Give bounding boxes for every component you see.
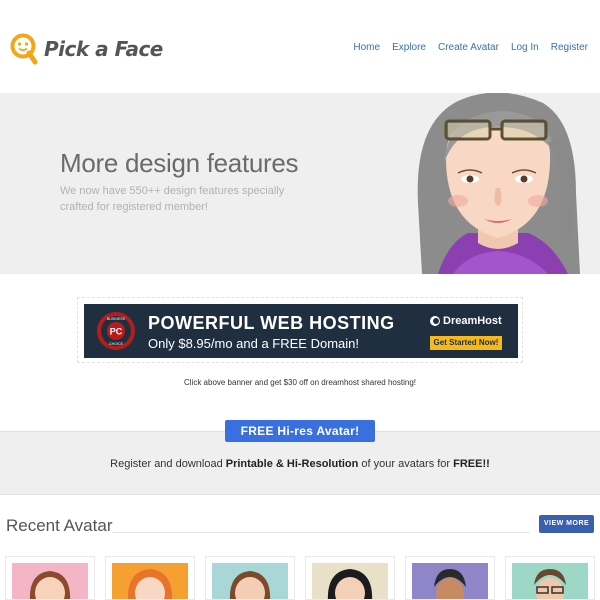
get-started-button[interactable]: Get Started Now! (430, 336, 502, 350)
logo-icon (10, 33, 38, 65)
avatar-thumbnail[interactable] (305, 556, 395, 600)
avatar-thumbnail[interactable] (505, 556, 595, 600)
hero-avatar-image (417, 93, 580, 274)
nav-log-in[interactable]: Log In (511, 42, 539, 53)
banner-subtitle: Only $8.95/mo and a FREE Domain! (148, 336, 359, 351)
hero-section: More design features We now have 550++ d… (0, 93, 600, 274)
avatar-thumbnail[interactable] (105, 556, 195, 600)
free-text-part: Register and download (110, 458, 226, 470)
logo[interactable]: Pick a Face (10, 33, 163, 65)
banner-caption: Click above banner and get $30 off on dr… (183, 378, 416, 387)
business-choice-badge-icon: PC BUSINESS CHOICE (97, 312, 135, 350)
avatar-image (12, 563, 88, 599)
recent-avatar-heading: Recent Avatar (6, 516, 113, 535)
divider (112, 532, 530, 533)
avatar-image (512, 563, 588, 599)
hero-subtitle: We now have 550++ design features specia… (60, 185, 285, 213)
site-header: Pick a Face Home Explore Create Avatar L… (0, 0, 600, 93)
avatar-image (112, 563, 188, 599)
main-nav: Home Explore Create Avatar Log In Regist… (353, 42, 588, 53)
avatar-thumbnail[interactable] (5, 556, 95, 600)
svg-text:BUSINESS: BUSINESS (107, 317, 126, 321)
nav-explore[interactable]: Explore (392, 42, 426, 53)
ad-banner-frame: PC BUSINESS CHOICE POWERFUL WEB HOSTING … (77, 297, 523, 363)
avatar-image (412, 563, 488, 599)
free-hires-avatar-button[interactable]: FREE Hi-res Avatar! (225, 420, 375, 442)
svg-text:CHOICE: CHOICE (109, 342, 124, 346)
free-text-part: of your avatars for (358, 458, 454, 470)
banner-title: POWERFUL WEB HOSTING (148, 313, 395, 333)
dreamhost-brand: DreamHost (430, 315, 502, 327)
recent-avatar-list (5, 556, 595, 600)
avatar-thumbnail[interactable] (405, 556, 495, 600)
dreamhost-ad-banner[interactable]: PC BUSINESS CHOICE POWERFUL WEB HOSTING … (84, 304, 518, 358)
free-text-bold: FREE!! (453, 458, 490, 470)
avatar-image (212, 563, 288, 599)
nav-register[interactable]: Register (551, 42, 588, 53)
nav-home[interactable]: Home (353, 42, 380, 53)
free-avatar-text: Register and download Printable & Hi-Res… (0, 458, 600, 470)
free-text-bold: Printable & Hi-Resolution (225, 458, 359, 470)
brand-name: DreamHost (443, 315, 502, 327)
hero-title: More design features (60, 148, 299, 178)
avatar-thumbnail[interactable] (205, 556, 295, 600)
svg-text:PC: PC (110, 327, 123, 337)
nav-create-avatar[interactable]: Create Avatar (438, 42, 499, 53)
avatar-image (312, 563, 388, 599)
view-more-button[interactable]: VIEW MORE (539, 515, 594, 533)
dreamhost-moon-icon (430, 316, 440, 326)
logo-text: Pick a Face (44, 37, 163, 61)
